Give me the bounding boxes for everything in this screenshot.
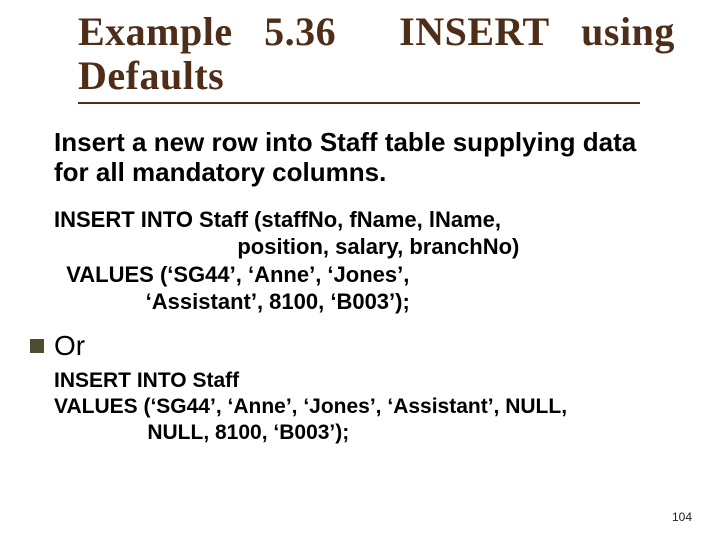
title-number: 5.36 [264,9,336,54]
title-word-insert: INSERT [399,9,550,54]
slide-title-block: Example 5.36 INSERT using Defaults [78,10,638,104]
sql-code-block-2: INSERT INTO Staff VALUES (‘SG44’, ‘Anne’… [54,368,674,447]
title-word-using: using [581,9,675,54]
slide: Example 5.36 INSERT using Defaults Inser… [0,0,720,540]
slide-body: Insert a new row into Staff table supply… [54,128,674,447]
sql-code-block-1: INSERT INTO Staff (staffNo, fName, lName… [54,206,674,316]
title-word-defaults: Defaults [78,53,224,98]
lead-paragraph: Insert a new row into Staff table supply… [54,128,674,188]
title-underline [78,102,640,104]
slide-title: Example 5.36 INSERT using Defaults [78,10,638,98]
title-word-example: Example [78,9,233,54]
page-number: 104 [672,510,692,524]
or-label: Or [54,330,85,362]
square-bullet-icon [30,339,44,353]
or-row: Or [30,330,674,362]
